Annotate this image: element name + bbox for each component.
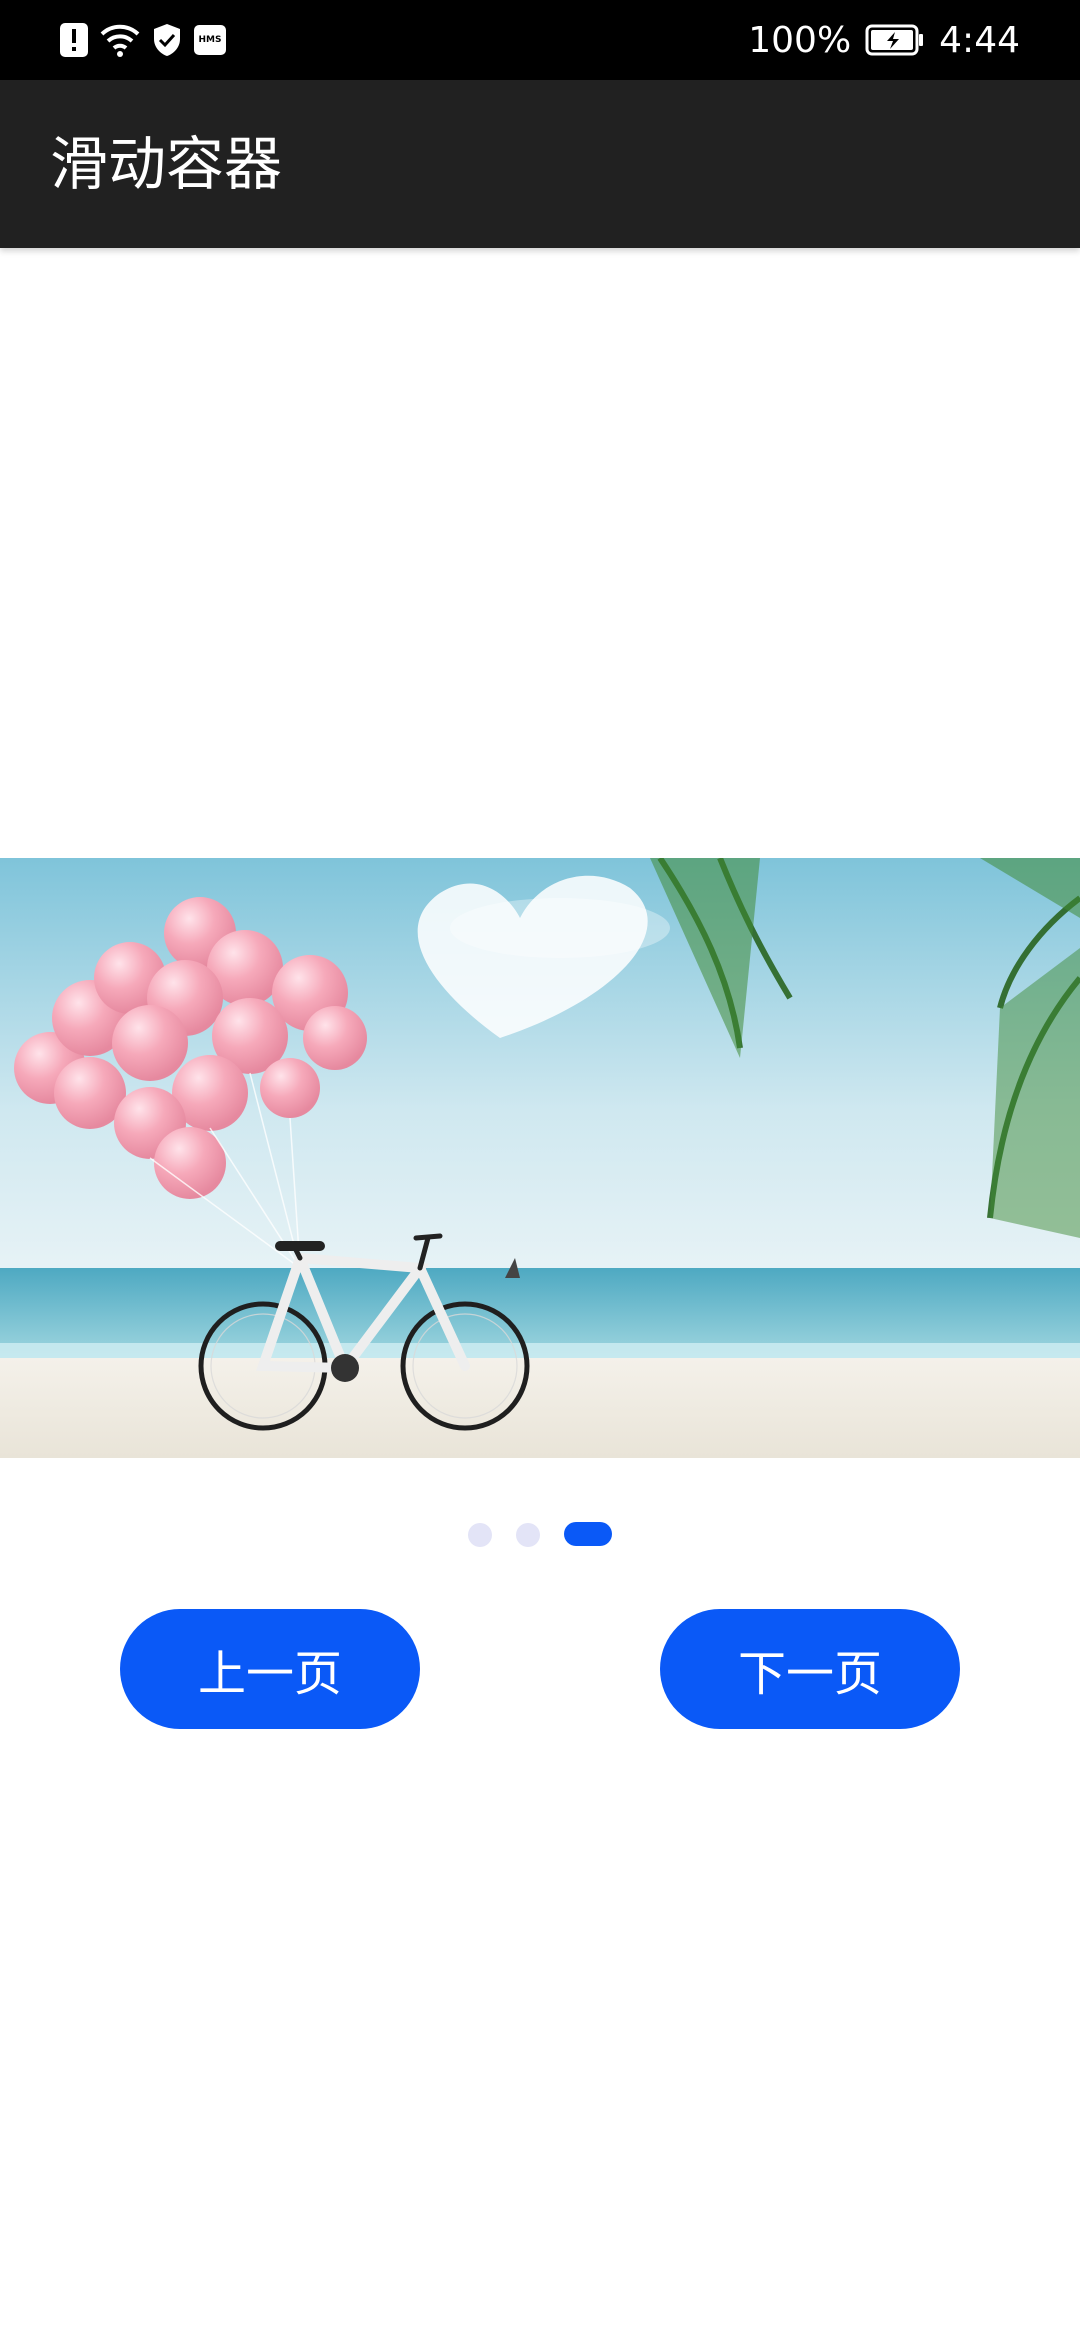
- indicator-dot-3-active[interactable]: [564, 1522, 612, 1546]
- wifi-icon: [100, 24, 140, 57]
- beach-scene-image: [0, 858, 1080, 1458]
- alert-icon: [60, 23, 88, 57]
- prev-page-label: 上一页: [197, 1646, 342, 1702]
- app-bar: 滑动容器: [0, 80, 1080, 248]
- status-bar: HMS 100% 4:44: [0, 0, 1080, 80]
- prev-page-button[interactable]: 上一页: [120, 1609, 420, 1729]
- shield-check-icon: [154, 24, 180, 56]
- next-page-label: 下一页: [737, 1646, 882, 1702]
- battery-percent: 100%: [748, 19, 852, 61]
- clock: 4:44: [939, 19, 1020, 61]
- hms-icon: HMS: [194, 25, 226, 55]
- hms-icon-label: HMS: [198, 35, 222, 45]
- status-icons-right: 100% 4:44: [748, 18, 1020, 62]
- status-icons-left: HMS: [60, 22, 226, 58]
- page-title: 滑动容器: [50, 130, 283, 198]
- swiper-slide-image[interactable]: [0, 858, 1080, 1458]
- indicator-dot-1[interactable]: [468, 1523, 492, 1547]
- next-page-button[interactable]: 下一页: [660, 1609, 960, 1729]
- swiper-indicator: [0, 1521, 1080, 1547]
- charging-battery-icon: [865, 24, 924, 56]
- indicator-dot-2[interactable]: [516, 1523, 540, 1547]
